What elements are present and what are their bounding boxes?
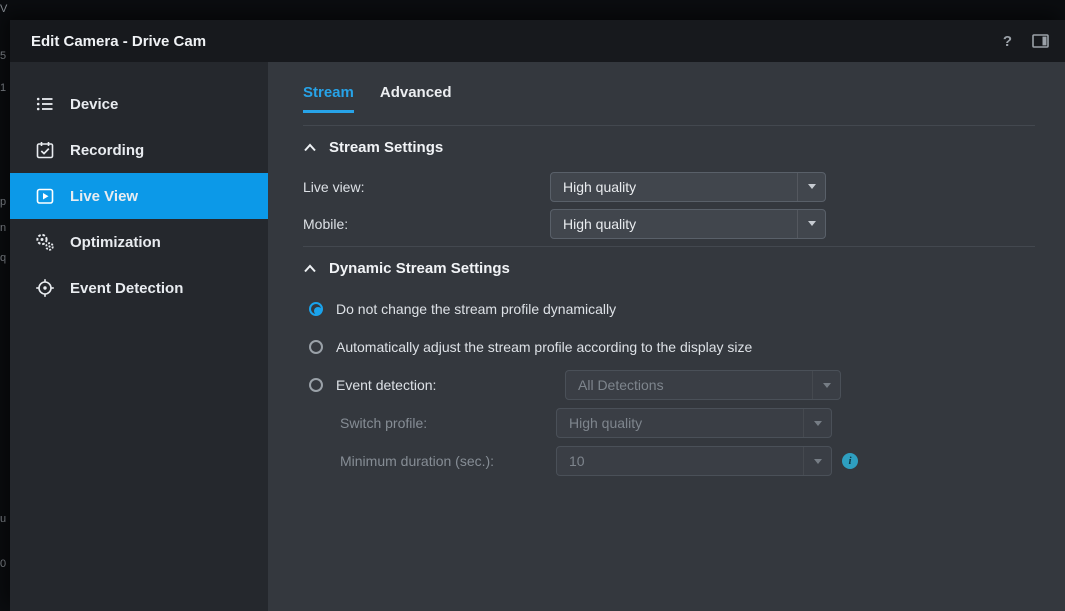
- dialog-sidebar: Device Recording: [10, 62, 268, 611]
- live-view-quality-dropdown[interactable]: High quality: [550, 172, 826, 202]
- dock-window-icon: [1032, 34, 1049, 48]
- sidebar-item-device[interactable]: Device: [10, 81, 268, 127]
- section-divider: [303, 246, 1035, 247]
- help-button[interactable]: ?: [1003, 33, 1012, 50]
- section-header-stream-settings[interactable]: Stream Settings: [303, 137, 1035, 157]
- dropdown-value: All Detections: [578, 377, 812, 393]
- live-view-play-icon: [35, 186, 55, 206]
- dropdown-value: 10: [569, 453, 803, 469]
- option-row-no-change: Do not change the stream profile dynamic…: [303, 290, 1035, 328]
- field-label: Live view:: [303, 179, 550, 195]
- event-detection-target-icon: [35, 278, 55, 298]
- field-label: Switch profile:: [340, 415, 556, 431]
- radio-auto-adjust[interactable]: [309, 340, 323, 354]
- background-glyph: V: [0, 3, 9, 15]
- chevron-down-icon: [812, 371, 840, 399]
- edit-camera-dialog: Edit Camera - Drive Cam ?: [10, 20, 1065, 611]
- device-list-icon: [35, 94, 55, 114]
- form-row-mobile: Mobile: High quality: [303, 205, 1035, 242]
- radio-event-detection[interactable]: [309, 378, 323, 392]
- radio-no-dynamic-change[interactable]: [309, 302, 323, 316]
- chevron-down-icon: [803, 447, 831, 475]
- section-title: Stream Settings: [329, 139, 443, 156]
- dropdown-value: High quality: [569, 415, 803, 431]
- tab-advanced[interactable]: Advanced: [380, 84, 452, 113]
- dropdown-value: High quality: [563, 216, 797, 232]
- stream-settings-form: Live view: High quality Mobile: High qua…: [303, 168, 1035, 242]
- chevron-down-icon: [797, 210, 825, 238]
- sidebar-item-label: Device: [70, 96, 118, 113]
- sub-row-switch-profile: Switch profile: High quality: [340, 404, 1035, 442]
- recording-calendar-icon: [35, 140, 55, 160]
- form-row-live-view: Live view: High quality: [303, 168, 1035, 205]
- tab-stream[interactable]: Stream: [303, 84, 354, 113]
- chevron-down-icon: [803, 409, 831, 437]
- tab-bar: Stream Advanced: [303, 62, 1035, 113]
- optimization-gears-icon: [35, 232, 55, 252]
- sidebar-item-live-view[interactable]: Live View: [10, 173, 268, 219]
- radio-label: Event detection:: [336, 377, 552, 393]
- radio-label: Automatically adjust the stream profile …: [336, 339, 752, 355]
- sidebar-item-event-detection[interactable]: Event Detection: [10, 265, 268, 311]
- sidebar-item-optimization[interactable]: Optimization: [10, 219, 268, 265]
- field-label: Minimum duration (sec.):: [340, 453, 556, 469]
- section-header-dynamic-stream-settings[interactable]: Dynamic Stream Settings: [303, 258, 1035, 278]
- sidebar-item-label: Recording: [70, 142, 144, 159]
- chevron-up-icon: [303, 264, 317, 273]
- sidebar-item-recording[interactable]: Recording: [10, 127, 268, 173]
- minimum-duration-dropdown: 10: [556, 446, 832, 476]
- sidebar-item-label: Event Detection: [70, 280, 183, 297]
- mobile-quality-dropdown[interactable]: High quality: [550, 209, 826, 239]
- sidebar-item-label: Live View: [70, 188, 138, 205]
- dock-window-button[interactable]: [1032, 34, 1049, 48]
- option-row-auto-adjust: Automatically adjust the stream profile …: [303, 328, 1035, 366]
- field-label: Mobile:: [303, 216, 550, 232]
- chevron-down-icon: [797, 173, 825, 201]
- section-title: Dynamic Stream Settings: [329, 260, 510, 277]
- background-glyph: u: [0, 513, 9, 525]
- info-icon[interactable]: i: [842, 453, 858, 469]
- sidebar-item-label: Optimization: [70, 234, 161, 251]
- dialog-content: Stream Advanced Stream Settings Live vie…: [268, 62, 1065, 611]
- background-glyph: 0: [0, 558, 9, 570]
- chevron-up-icon: [303, 143, 317, 152]
- event-detection-dropdown: All Detections: [565, 370, 841, 400]
- background-glyph: n: [0, 222, 9, 234]
- background-glyph: p: [0, 196, 9, 208]
- background-glyph: 5: [0, 50, 9, 62]
- sub-row-minimum-duration: Minimum duration (sec.): 10 i: [340, 442, 1035, 480]
- option-row-event-detection: Event detection: All Detections: [303, 366, 1035, 404]
- radio-label: Do not change the stream profile dynamic…: [336, 301, 616, 317]
- section-divider: [303, 125, 1035, 126]
- switch-profile-dropdown: High quality: [556, 408, 832, 438]
- dynamic-stream-options: Do not change the stream profile dynamic…: [303, 290, 1035, 480]
- dialog-titlebar: Edit Camera - Drive Cam ?: [10, 20, 1065, 62]
- dropdown-value: High quality: [563, 179, 797, 195]
- background-glyph: q: [0, 252, 9, 264]
- background-glyph: 1: [0, 82, 9, 94]
- dialog-title: Edit Camera - Drive Cam: [31, 33, 206, 50]
